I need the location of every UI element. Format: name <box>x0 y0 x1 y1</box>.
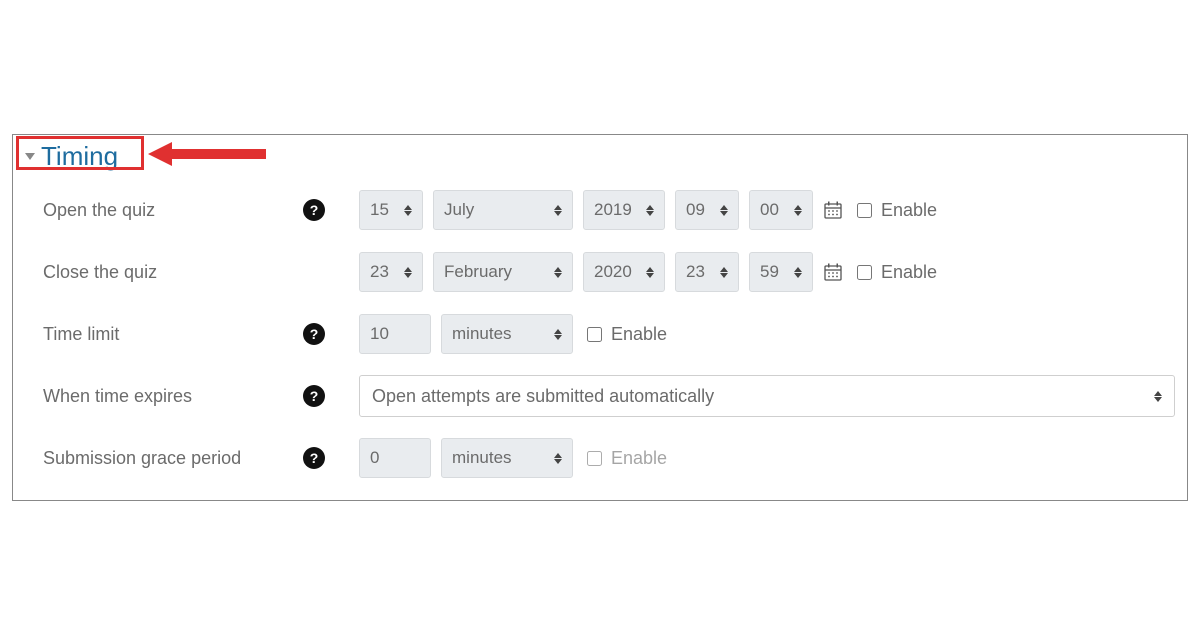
sort-icon <box>554 205 562 216</box>
sort-icon <box>646 267 654 278</box>
collapse-caret-icon <box>25 153 35 160</box>
close-minute-select[interactable]: 59 <box>749 252 813 292</box>
help-icon[interactable]: ? <box>303 199 325 221</box>
close-hour-value: 23 <box>686 262 713 282</box>
open-hour-select[interactable]: 09 <box>675 190 739 230</box>
grace-enable-toggle[interactable]: Enable <box>583 448 667 469</box>
calendar-icon[interactable] <box>823 200 843 220</box>
timelimit-enable-checkbox[interactable] <box>587 327 602 342</box>
open-day-select[interactable]: 15 <box>359 190 423 230</box>
enable-label: Enable <box>611 324 667 345</box>
timelimit-value: 10 <box>370 324 397 344</box>
close-day-value: 23 <box>370 262 397 282</box>
open-enable-checkbox[interactable] <box>857 203 872 218</box>
close-hour-select[interactable]: 23 <box>675 252 739 292</box>
row-time-limit: Time limit ? 10 minutes Enable <box>43 310 1175 358</box>
label-when-expires: When time expires <box>43 386 303 407</box>
sort-icon <box>1154 391 1162 402</box>
enable-label: Enable <box>881 262 937 283</box>
form-grid: Open the quiz ? 15 July 2019 09 00 Enabl… <box>43 186 1175 482</box>
sort-icon <box>404 267 412 278</box>
sort-icon <box>646 205 654 216</box>
calendar-icon[interactable] <box>823 262 843 282</box>
open-minute-value: 00 <box>760 200 787 220</box>
sort-icon <box>554 267 562 278</box>
timelimit-enable-toggle[interactable]: Enable <box>583 324 667 345</box>
section-header[interactable]: Timing <box>25 141 118 172</box>
close-year-select[interactable]: 2020 <box>583 252 665 292</box>
close-day-select[interactable]: 23 <box>359 252 423 292</box>
help-icon[interactable]: ? <box>303 447 325 469</box>
sort-icon <box>794 267 802 278</box>
expires-select[interactable]: Open attempts are submitted automaticall… <box>359 375 1175 417</box>
expires-value: Open attempts are submitted automaticall… <box>372 386 714 407</box>
open-year-select[interactable]: 2019 <box>583 190 665 230</box>
timelimit-value-input[interactable]: 10 <box>359 314 431 354</box>
timelimit-unit-value: minutes <box>452 324 520 344</box>
close-minute-value: 59 <box>760 262 787 282</box>
timelimit-unit-select[interactable]: minutes <box>441 314 573 354</box>
sort-icon <box>720 267 728 278</box>
label-open-quiz: Open the quiz <box>43 200 303 221</box>
close-enable-checkbox[interactable] <box>857 265 872 280</box>
timing-panel: Timing Open the quiz ? 15 July 2019 09 0… <box>12 134 1188 501</box>
label-time-limit: Time limit <box>43 324 303 345</box>
grace-enable-checkbox[interactable] <box>587 451 602 466</box>
close-enable-toggle[interactable]: Enable <box>853 262 937 283</box>
row-grace-period: Submission grace period ? 0 minutes Enab… <box>43 434 1175 482</box>
open-minute-select[interactable]: 00 <box>749 190 813 230</box>
open-month-value: July <box>444 200 482 220</box>
row-when-expires: When time expires ? Open attempts are su… <box>43 372 1175 420</box>
open-month-select[interactable]: July <box>433 190 573 230</box>
enable-label: Enable <box>611 448 667 469</box>
open-enable-toggle[interactable]: Enable <box>853 200 937 221</box>
open-hour-value: 09 <box>686 200 713 220</box>
open-day-value: 15 <box>370 200 397 220</box>
close-month-select[interactable]: February <box>433 252 573 292</box>
label-grace-period: Submission grace period <box>43 448 303 469</box>
enable-label: Enable <box>881 200 937 221</box>
label-close-quiz: Close the quiz <box>43 262 303 283</box>
sort-icon <box>404 205 412 216</box>
close-year-value: 2020 <box>594 262 640 282</box>
grace-unit-value: minutes <box>452 448 520 468</box>
row-open-quiz: Open the quiz ? 15 July 2019 09 00 Enabl… <box>43 186 1175 234</box>
grace-unit-select[interactable]: minutes <box>441 438 573 478</box>
grace-value: 0 <box>370 448 387 468</box>
close-month-value: February <box>444 262 520 282</box>
sort-icon <box>554 453 562 464</box>
help-icon[interactable]: ? <box>303 323 325 345</box>
row-close-quiz: Close the quiz 23 February 2020 23 59 En… <box>43 248 1175 296</box>
section-title: Timing <box>41 141 118 172</box>
open-year-value: 2019 <box>594 200 640 220</box>
grace-value-input[interactable]: 0 <box>359 438 431 478</box>
sort-icon <box>554 329 562 340</box>
sort-icon <box>794 205 802 216</box>
sort-icon <box>720 205 728 216</box>
help-icon[interactable]: ? <box>303 385 325 407</box>
